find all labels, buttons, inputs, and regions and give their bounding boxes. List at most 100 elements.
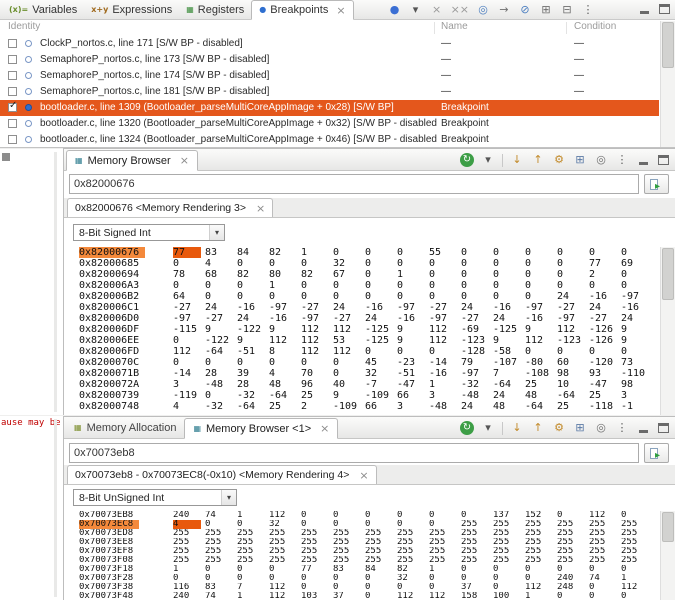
memory-cell[interactable]: 0 [461,511,493,520]
memory-cell[interactable]: 0 [525,258,557,269]
memory-cell[interactable]: 0 [397,346,429,357]
memory-cell[interactable]: 0 [461,574,493,583]
memory-cell[interactable]: 53 [333,335,365,346]
memory-cell[interactable]: 32 [365,368,397,379]
memory-cell[interactable]: 82 [269,247,301,258]
memory-cell[interactable]: 0 [269,357,301,368]
memory-cell[interactable]: 255 [269,538,301,547]
memory-cell[interactable]: 24 [493,390,525,401]
memory-cell[interactable]: -16 [589,291,621,302]
memory-cell[interactable]: 255 [621,520,653,529]
close-icon[interactable]: × [256,203,265,214]
memory-cell[interactable]: 0 [525,565,557,574]
memory-cell[interactable]: 0 [269,574,301,583]
view-menu-icon[interactable]: ⋮ [615,153,629,167]
memory-cell[interactable]: 77 [589,258,621,269]
memory-cell[interactable]: 0 [557,592,589,600]
memory-cell[interactable]: 0 [557,258,589,269]
memory-cell[interactable]: -97 [461,368,493,379]
memory-cell[interactable]: 0 [173,357,205,368]
memory-cell[interactable]: 0 [429,258,461,269]
memory-cell[interactable]: -122 [237,324,269,335]
memory-cell[interactable]: 0 [557,565,589,574]
memory-cell[interactable]: 255 [333,556,365,565]
memory-cell[interactable]: -119 [173,390,205,401]
memory-cell[interactable]: 2 [301,401,333,412]
memory-cell[interactable]: 255 [333,538,365,547]
memory-cell[interactable]: -27 [205,313,237,324]
save-memory-icon[interactable]: ↓ [510,421,524,435]
memory-cell[interactable]: 0 [589,346,621,357]
fill-memory-icon[interactable]: ⚙ [552,153,566,167]
memory-cell[interactable]: 4 [269,368,301,379]
memory-cell[interactable]: 9 [333,390,365,401]
memory-cell[interactable]: 28 [237,379,269,390]
close-icon[interactable]: × [359,470,368,481]
memory-cell[interactable]: 83 [333,565,365,574]
memory-cell[interactable]: 3 [397,401,429,412]
memory-cell[interactable]: 60 [557,357,589,368]
memory-cell[interactable]: 103 [301,592,333,600]
memory-cell[interactable]: 0 [493,574,525,583]
memory-cell[interactable]: 255 [461,529,493,538]
tab-registers[interactable]: ▦ Registers [179,0,251,19]
memory-cell[interactable]: 0 [237,291,269,302]
memory-cell[interactable]: 37 [333,592,365,600]
breakpoint-row[interactable]: bootloader.c, line 1320 (Bootloader_pars… [0,116,659,132]
memory-cell[interactable]: 255 [365,538,397,547]
memory-cell[interactable]: 78 [173,269,205,280]
memory-cell[interactable]: 25 [525,379,557,390]
memory-cell[interactable]: 0 [333,247,365,258]
memory-cell[interactable]: -123 [557,335,589,346]
view-menu-icon[interactable]: ⋮ [581,3,595,17]
memory-cell[interactable]: -27 [429,302,461,313]
tab-breakpoints[interactable]: ● Breakpoints × [251,0,354,20]
memory-cell[interactable]: 255 [493,547,525,556]
memory-cell[interactable]: -64 [557,390,589,401]
memory-cell[interactable]: 9 [621,335,653,346]
memory-cell[interactable]: 37 [461,583,493,592]
memory-cell[interactable]: 82 [237,269,269,280]
memory-cell[interactable]: 1 [429,379,461,390]
memory-cell[interactable]: 0 [493,247,525,258]
memory-cell[interactable]: 96 [301,379,333,390]
memory-cell[interactable]: 0 [525,280,557,291]
memory-cell[interactable]: 0 [461,280,493,291]
breakpoint-row[interactable]: SemaphoreP_nortos.c, line 174 [S/W BP - … [0,68,659,84]
memory-cell[interactable]: 73 [621,357,653,368]
memory-cell[interactable]: 82 [397,565,429,574]
memory-cell[interactable]: 32 [269,520,301,529]
memory-cell[interactable]: 0 [557,269,589,280]
refresh-dropdown-icon[interactable]: ▾ [481,421,495,435]
memory-cell[interactable]: 0 [461,269,493,280]
memory-cell[interactable]: 0 [429,583,461,592]
memory-cell[interactable]: 0 [589,592,621,600]
memory-cell[interactable]: -58 [493,346,525,357]
memory-cell[interactable]: 24 [365,313,397,324]
memory-cell[interactable]: -47 [397,379,429,390]
tab-variables[interactable]: (x)= Variables [2,0,84,19]
memory-cell[interactable]: 112 [429,592,461,600]
memory-cell[interactable]: 1 [525,592,557,600]
memory-cell[interactable]: 116 [173,583,205,592]
memory-cell[interactable]: -48 [205,379,237,390]
memory-cell[interactable]: 112 [429,335,461,346]
memory-cell[interactable]: 0 [493,565,525,574]
show-supported-breakpoints-icon[interactable]: ◎ [476,3,490,17]
memory-cell[interactable]: 25 [301,390,333,401]
memory-cell[interactable]: -125 [365,335,397,346]
memory-cell[interactable]: -27 [589,313,621,324]
memory-cell[interactable]: 1 [269,280,301,291]
memory-cell[interactable]: 255 [557,538,589,547]
memory-cell[interactable]: 0 [237,565,269,574]
memory-cell[interactable]: 112 [525,583,557,592]
breakpoint-row[interactable]: SemaphoreP_nortos.c, line 181 [S/W BP - … [0,84,659,100]
memory-cell[interactable]: 255 [397,556,429,565]
memory-cell[interactable]: 0 [365,346,397,357]
memory-cell[interactable]: 0 [525,269,557,280]
memory-cell[interactable]: 77 [173,247,201,258]
memory-cell[interactable]: 77 [301,565,333,574]
memory-cell[interactable]: 255 [365,529,397,538]
memory-cell[interactable]: 39 [237,368,269,379]
memory-cell[interactable]: 112 [301,346,333,357]
